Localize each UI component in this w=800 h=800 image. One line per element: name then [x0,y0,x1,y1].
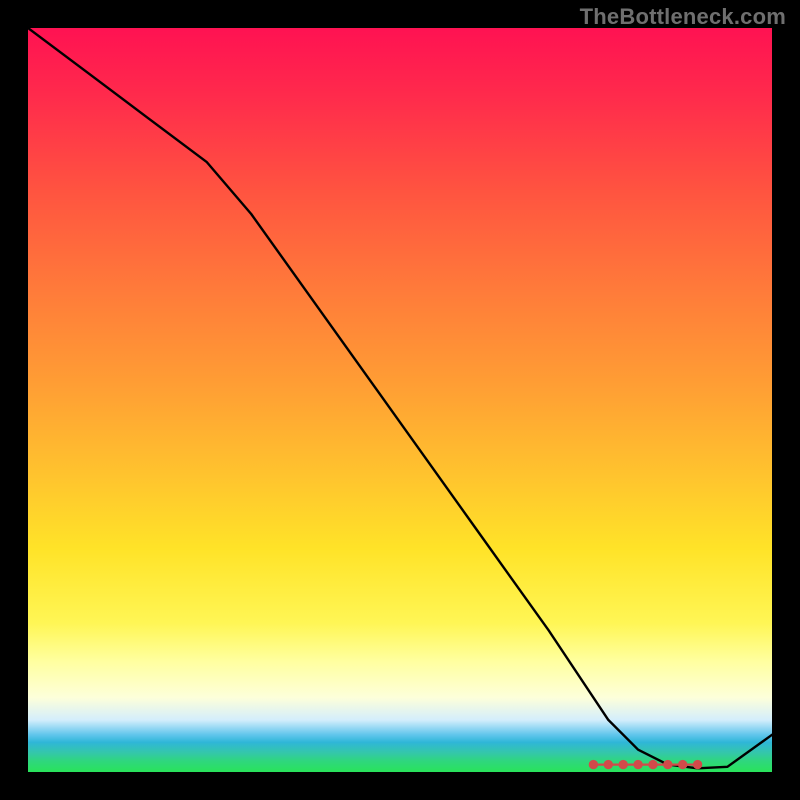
watermark-text: TheBottleneck.com [580,4,786,30]
marker-point [634,760,642,768]
marker-point [649,760,657,768]
marker-point [664,760,672,768]
marker-point [589,760,597,768]
marker-point [679,760,687,768]
marker-point [619,760,627,768]
chart-svg [28,28,772,772]
plot-area [28,28,772,772]
chart-container: TheBottleneck.com [0,0,800,800]
data-line [28,28,772,768]
marker-point [604,760,612,768]
marker-point [693,760,701,768]
